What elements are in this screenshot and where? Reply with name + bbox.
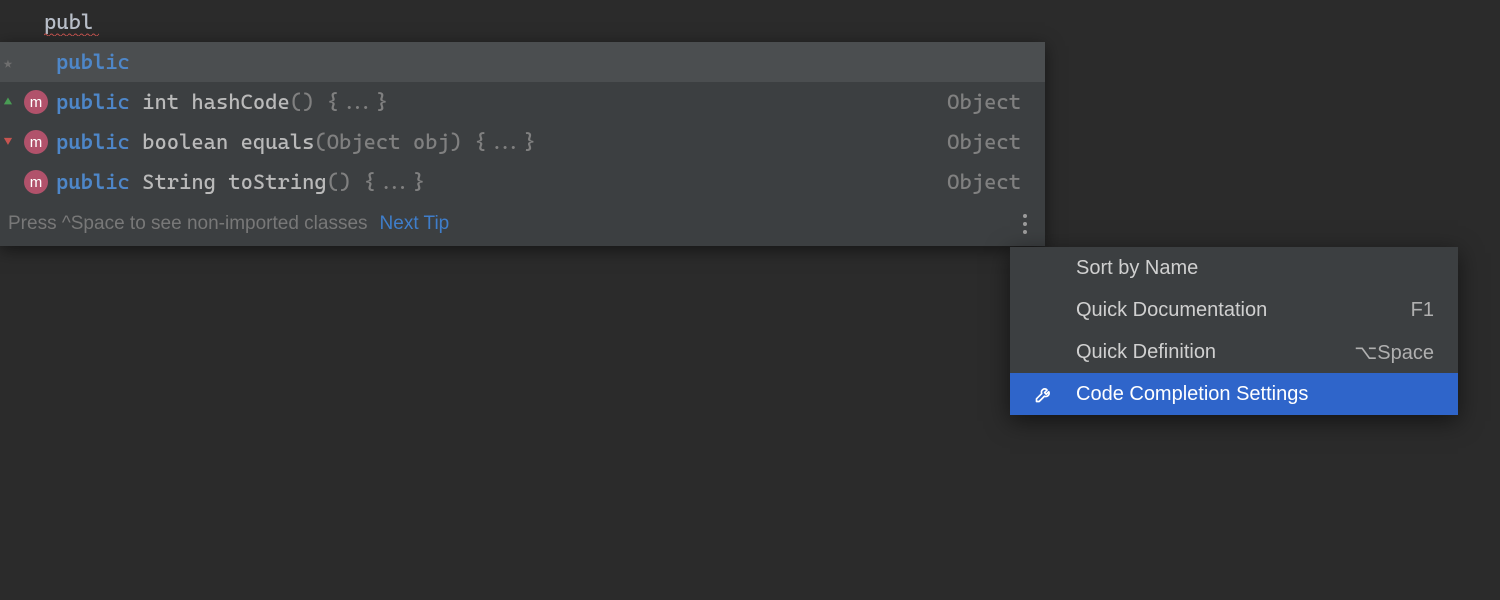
completion-item[interactable]: ▲ m public int hashCode() {...}Object: [0, 82, 1045, 122]
completion-origin: Object: [947, 90, 1021, 114]
next-tip-link[interactable]: Next Tip: [380, 213, 450, 235]
completion-item[interactable]: m public String toString() {...}Object: [0, 162, 1045, 202]
hint-text: Press ^Space to see non-imported classes: [8, 213, 368, 235]
completion-origin: Object: [947, 170, 1021, 194]
method-badge-icon: m: [24, 90, 48, 114]
completion-origin: Object: [947, 130, 1021, 154]
completion-item[interactable]: ▼ m public boolean equals(Object obj) {...…: [0, 122, 1045, 162]
menu-item-label: Sort by Name: [1076, 257, 1434, 280]
menu-item[interactable]: Code Completion Settings: [1010, 373, 1458, 415]
menu-item[interactable]: Quick Definition⌥Space: [1010, 331, 1458, 373]
completion-item[interactable]: ★ public: [0, 42, 1045, 82]
menu-item-label: Quick Documentation: [1076, 299, 1411, 322]
menu-item[interactable]: Sort by Name: [1010, 247, 1458, 289]
completion-popup: ★public▲mpublic int hashCode() {...}Obje…: [0, 42, 1045, 246]
menu-item-shortcut: F1: [1411, 299, 1434, 322]
completion-text: public int hashCode() {...}: [56, 90, 947, 114]
star-icon: ★: [3, 53, 13, 72]
arrow-down-icon: ▼: [4, 134, 12, 150]
menu-item-label: Code Completion Settings: [1076, 383, 1434, 406]
typed-code: publ: [44, 10, 93, 34]
completion-text: public boolean equals(Object obj) {...}: [56, 130, 947, 154]
menu-item-shortcut: ⌥Space: [1354, 340, 1434, 365]
wrench-icon: [1034, 384, 1076, 404]
editor-area[interactable]: publ: [0, 0, 1500, 36]
menu-item-label: Quick Definition: [1076, 341, 1354, 364]
completion-list: ★public▲mpublic int hashCode() {...}Obje…: [0, 42, 1045, 202]
method-badge-icon: m: [24, 170, 48, 194]
arrow-up-icon: ▲: [4, 94, 12, 110]
completion-text: public String toString() {...}: [56, 170, 947, 194]
menu-item[interactable]: Quick DocumentationF1: [1010, 289, 1458, 331]
completion-footer: Press ^Space to see non-imported classes…: [0, 202, 1045, 246]
kebab-icon[interactable]: [1023, 214, 1027, 234]
completion-text: public: [56, 50, 1021, 74]
context-menu: Sort by NameQuick DocumentationF1Quick D…: [1010, 247, 1458, 415]
method-badge-icon: m: [24, 130, 48, 154]
